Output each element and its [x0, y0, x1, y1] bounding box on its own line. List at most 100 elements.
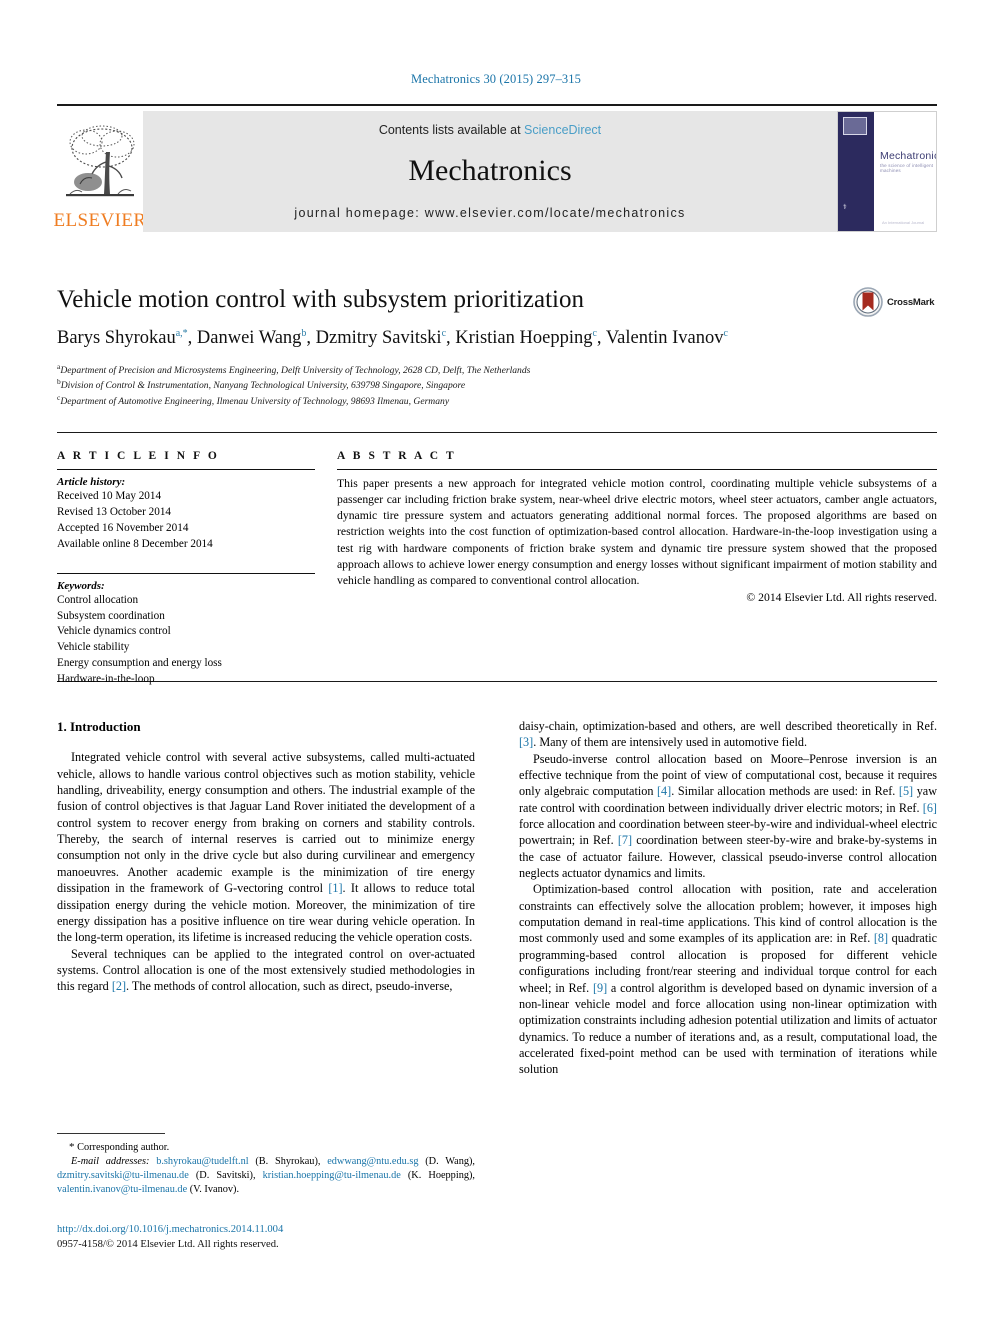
contents-available-line: Contents lists available at ScienceDirec…	[379, 123, 601, 137]
history-item: Accepted 16 November 2014	[57, 521, 189, 534]
email-link[interactable]: edwwang@ntu.edu.sg	[327, 1156, 418, 1167]
affiliation-text: Department of Precision and Microsystems…	[60, 365, 531, 377]
reference-link[interactable]: [8]	[874, 931, 888, 945]
affiliation-text: Division of Control & Instrumentation, N…	[60, 380, 466, 392]
corresponding-author-symbol: *	[69, 1141, 75, 1153]
journal-article-page: Mechatronics 30 (2015) 297–315 ELSEVIER …	[0, 0, 992, 1323]
footnote-divider	[57, 1133, 165, 1134]
doi-block: http://dx.doi.org/10.1016/j.mechatronics…	[57, 1222, 487, 1253]
footnote-block: * Corresponding author. E-mail addresses…	[57, 1133, 475, 1197]
email-owner: (D. Savitski)	[195, 1170, 253, 1181]
paragraph: Integrated vehicle control with several …	[57, 749, 475, 945]
keywords-block: Keywords: Control allocation Subsystem c…	[57, 572, 315, 688]
author-affil-mark: b	[301, 327, 307, 339]
reference-link[interactable]: [1]	[328, 881, 342, 895]
email-addresses-label: E-mail addresses:	[71, 1156, 150, 1167]
reference-link[interactable]: [2]	[112, 979, 126, 993]
issn-copyright-line: 0957-4158/© 2014 Elsevier Ltd. All right…	[57, 1239, 279, 1251]
affiliation-item: bDivision of Control & Instrumentation, …	[57, 377, 937, 392]
email-link[interactable]: kristian.hoepping@tu-ilmenau.de	[263, 1170, 401, 1181]
journal-banner-center: Contents lists available at ScienceDirec…	[143, 111, 837, 232]
paragraph-text: daisy-chain, optimization-based and othe…	[519, 719, 937, 750]
abstract-heading: A B S T R A C T	[337, 450, 457, 462]
article-info-heading: A R T I C L E I N F O	[57, 450, 220, 462]
affiliation-item: aDepartment of Precision and Microsystem…	[57, 362, 937, 377]
paragraph-text: Several techniques can be applied to the…	[57, 946, 475, 994]
cover-society-icon: ⚕	[843, 203, 847, 211]
paragraph: Optimization-based control allocation wi…	[519, 881, 937, 1077]
author-affil-mark: c	[592, 327, 597, 339]
keywords-divider	[57, 572, 315, 574]
article-info-column: A R T I C L E I N F O Article history: R…	[57, 450, 315, 688]
author-name: Danwei Wang	[196, 328, 302, 348]
history-item: Available online 8 December 2014	[57, 537, 213, 550]
keyword-item: Vehicle stability	[57, 641, 130, 654]
body-column-left: 1. Introduction Integrated vehicle contr…	[57, 718, 475, 995]
reference-link[interactable]: [4]	[657, 784, 671, 798]
author-affil-mark: c	[723, 327, 728, 339]
paragraph-text: Pseudo-inverse control allocation based …	[519, 751, 938, 881]
keyword-item: Control allocation	[57, 593, 139, 606]
cover-title: Mechatronics	[880, 150, 936, 162]
email-link[interactable]: dzmitry.savitski@tu-ilmenau.de	[57, 1170, 189, 1181]
abstract-copyright: © 2014 Elsevier Ltd. All rights reserved…	[746, 590, 937, 604]
journal-title: Mechatronics	[408, 153, 572, 187]
body-column-right: daisy-chain, optimization-based and othe…	[519, 718, 937, 1078]
section-heading-introduction: 1. Introduction	[57, 719, 141, 734]
author-affil-mark: c	[441, 327, 447, 339]
keywords-list: Control allocation Subsystem coordinatio…	[57, 593, 315, 688]
author-name: Kristian Hoepping	[455, 328, 593, 348]
keyword-item: Hardware-in-the-loop	[57, 673, 155, 686]
reference-link[interactable]: [5]	[899, 784, 913, 798]
journal-cover-thumbnail[interactable]: ⚕ Mechatronics the science of intelligen…	[837, 111, 937, 232]
journal-banner: ELSEVIER Contents lists available at Sci…	[54, 104, 937, 232]
email-owner: (K. Hoepping)	[407, 1170, 473, 1181]
history-item: Revised 13 October 2014	[57, 505, 172, 518]
article-title: Vehicle motion control with subsystem pr…	[57, 286, 585, 313]
elsevier-logo: ELSEVIER	[54, 111, 146, 232]
elsevier-tree-icon	[66, 125, 135, 197]
paragraph-text: Optimization-based control allocation wi…	[519, 882, 938, 1077]
paragraph: daisy-chain, optimization-based and othe…	[519, 718, 937, 751]
sciencedirect-link[interactable]: ScienceDirect	[524, 123, 601, 137]
journal-homepage-link[interactable]: journal homepage: www.elsevier.com/locat…	[294, 206, 685, 220]
email-link[interactable]: valentin.ivanov@tu-ilmenau.de	[57, 1184, 187, 1195]
affiliation-list: aDepartment of Precision and Microsystem…	[57, 362, 937, 408]
cover-footer: An International Journal	[882, 220, 925, 225]
crossmark-icon	[853, 287, 883, 317]
author-name: Valentin Ivanov	[605, 328, 724, 348]
running-head: Mechatronics 30 (2015) 297–315	[411, 72, 581, 86]
paragraph-text: Integrated vehicle control with several …	[57, 750, 475, 945]
abstract-text: This paper presents a new approach for i…	[337, 477, 937, 587]
reference-link[interactable]: [9]	[593, 981, 607, 995]
affiliation-item: cDepartment of Automotive Engineering, I…	[57, 393, 937, 408]
paragraph: Several techniques can be applied to the…	[57, 946, 475, 995]
cover-emblem-icon	[843, 117, 867, 135]
article-history-list: Received 10 May 2014 Revised 13 October …	[57, 489, 315, 553]
reference-link[interactable]: [7]	[618, 833, 632, 847]
email-link[interactable]: b.shyrokau@tudelft.nl	[156, 1156, 248, 1167]
reference-link[interactable]: [6]	[923, 801, 937, 815]
doi-link[interactable]: http://dx.doi.org/10.1016/j.mechatronics…	[57, 1222, 487, 1237]
keyword-item: Vehicle dynamics control	[57, 625, 171, 638]
affiliation-text: Department of Automotive Engineering, Il…	[60, 396, 450, 408]
contents-prefix: Contents lists available at	[378, 123, 525, 137]
paragraph: Pseudo-inverse control allocation based …	[519, 751, 937, 882]
crossmark-badge[interactable]: CrossMark	[853, 285, 939, 319]
abstract-column: A B S T R A C T This paper presents a ne…	[337, 450, 937, 604]
abstract-divider	[337, 469, 937, 470]
corresponding-author-text: Corresponding author.	[77, 1142, 170, 1153]
email-owner: (D. Wang)	[425, 1156, 473, 1167]
author-affil-mark: a,*	[175, 327, 188, 339]
cover-subtitle: the science of intelligent machines	[880, 163, 934, 173]
author-name: Barys Shyrokau	[57, 328, 176, 348]
author-list: Barys Shyrokaua,*, Danwei Wangb, Dzmitry…	[57, 327, 728, 348]
history-item: Received 10 May 2014	[57, 490, 162, 502]
keyword-item: Subsystem coordination	[57, 609, 165, 622]
author-name: Dzmitry Savitski	[315, 328, 442, 348]
keywords-label: Keywords:	[57, 579, 105, 592]
corresponding-author-note: * Corresponding author.	[57, 1140, 475, 1155]
email-owner: (B. Shyrokau)	[255, 1156, 318, 1167]
reference-link[interactable]: [3]	[519, 735, 533, 749]
crossmark-label: CrossMark	[887, 296, 935, 308]
